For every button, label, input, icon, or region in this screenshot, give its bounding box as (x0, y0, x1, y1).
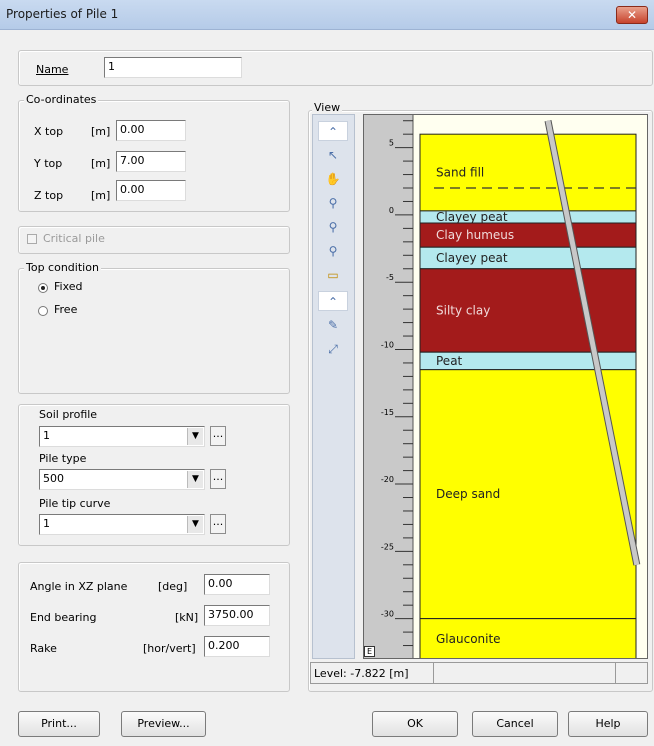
ruler-tick-label: -15 (381, 408, 394, 417)
x-top-input[interactable]: 0.00 (116, 120, 186, 141)
x-top-unit: [m] (91, 125, 111, 138)
soil-profile-value: 1 (43, 429, 50, 442)
select-arrow-icon[interactable]: ↖ (318, 145, 348, 165)
z-top-label: Z top (34, 189, 64, 202)
dropdown-arrow-icon[interactable]: ▼ (187, 471, 203, 488)
rake-label: Rake (30, 642, 57, 655)
fit-icon[interactable]: ⤢ (318, 339, 348, 359)
soil-layer-label: Clayey peat (436, 210, 508, 224)
zoom-rectangle-icon[interactable]: ▭ (318, 265, 348, 285)
soil-layer-label: Deep sand (436, 487, 500, 501)
dropdown-arrow-icon[interactable]: ▼ (187, 516, 203, 533)
zoom-limits-icon[interactable]: ⚲ (318, 241, 348, 261)
coordinates-legend: Co-ordinates (24, 93, 99, 106)
soil-layer-label: Clay humeus (436, 228, 514, 242)
end-bearing-label: End bearing (30, 611, 97, 624)
free-radio[interactable] (38, 306, 48, 316)
critical-pile-label: Critical pile (43, 232, 105, 245)
pan-hand-icon[interactable]: ✋ (318, 169, 348, 189)
angle-label: Angle in XZ plane (30, 580, 128, 593)
soil-layer-label: Sand fill (436, 166, 484, 180)
view-toolbar: ⌃ ↖ ✋ ⚲ ⚲ ⚲ ▭ ⌃ ✎ ⤢ (312, 114, 355, 659)
ruler-corner-icon: E (364, 646, 375, 657)
ruler-tick-label: 5 (389, 139, 394, 148)
x-top-label: X top (34, 125, 64, 138)
pile-type-label: Pile type (39, 452, 87, 465)
y-top-unit: [m] (91, 157, 111, 170)
soil-profile-select[interactable]: 1 ▼ (39, 426, 205, 447)
view-status-bar: Level: -7.822 [m] (310, 662, 648, 684)
pile-type-browse-button[interactable]: ... (210, 469, 226, 489)
ruler-tick-label: -20 (381, 475, 394, 484)
critical-pile-checkbox[interactable] (27, 234, 37, 244)
ruler-tick-label: -30 (381, 610, 394, 619)
soil-profile-diagram[interactable]: 5 0 -5 -10 -15 -20 -25 -30 Sand fill Clayey peat… (363, 114, 648, 659)
fixed-radio[interactable] (38, 283, 48, 293)
pile-tip-curve-value: 1 (43, 517, 50, 530)
end-bearing-input[interactable]: 3750.00 (204, 605, 270, 626)
measure-icon[interactable]: ✎ (318, 315, 348, 335)
window-title: Properties of Pile 1 (6, 7, 119, 21)
soil-layer-label: Glauconite (436, 632, 501, 646)
end-bearing-unit: [kN] (175, 611, 199, 624)
top-condition-legend: Top condition (24, 261, 101, 274)
level-readout: Level: -7.822 [m] (314, 667, 409, 680)
close-button[interactable]: ✕ (616, 6, 648, 24)
dropdown-arrow-icon[interactable]: ▼ (187, 428, 203, 445)
soil-profile-label: Soil profile (39, 408, 98, 421)
pile-type-select[interactable]: 500 ▼ (39, 469, 205, 490)
preview-button[interactable]: Preview... (121, 711, 206, 737)
z-top-unit: [m] (91, 189, 111, 202)
zoom-in-icon[interactable]: ⚲ (318, 193, 348, 213)
soil-layer-label: Peat (436, 354, 463, 368)
angle-input[interactable]: 0.00 (204, 574, 270, 595)
print-button[interactable]: Print... (18, 711, 100, 737)
free-label: Free (54, 303, 78, 316)
ruler-tick-label: -5 (386, 273, 394, 282)
ruler-tick-label: 0 (389, 206, 394, 215)
y-top-label: Y top (34, 157, 63, 170)
pile-tip-curve-browse-button[interactable]: ... (210, 514, 226, 534)
name-label: Name (36, 63, 69, 76)
ruler-tick-label: -10 (381, 340, 394, 349)
level-ruler (363, 114, 413, 659)
view-legend: View (312, 101, 343, 114)
soil-profile-browse-button[interactable]: ... (210, 426, 226, 446)
cancel-button[interactable]: Cancel (472, 711, 558, 737)
soil-layer-label: Silty clay (436, 303, 490, 317)
angle-unit: [deg] (158, 580, 188, 593)
fixed-label: Fixed (54, 280, 83, 293)
pile-tip-curve-label: Pile tip curve (39, 497, 111, 510)
zoom-out-icon[interactable]: ⚲ (318, 217, 348, 237)
pile-tip-curve-select[interactable]: 1 ▼ (39, 514, 205, 535)
z-top-input[interactable]: 0.00 (116, 180, 186, 201)
soil-layer-label: Clayey peat (436, 251, 508, 265)
name-input[interactable]: 1 (104, 57, 242, 78)
collapse-icon[interactable]: ⌃ (318, 121, 348, 141)
pile-type-value: 500 (43, 472, 64, 485)
rake-input[interactable]: 0.200 (204, 636, 270, 657)
collapse-icon[interactable]: ⌃ (318, 291, 348, 311)
ok-button[interactable]: OK (372, 711, 458, 737)
rake-unit: [hor/vert] (143, 642, 196, 655)
title-bar: Properties of Pile 1 ✕ (0, 0, 654, 30)
help-button[interactable]: Help (568, 711, 648, 737)
ruler-tick-label: -25 (381, 542, 394, 551)
y-top-input[interactable]: 7.00 (116, 151, 186, 172)
